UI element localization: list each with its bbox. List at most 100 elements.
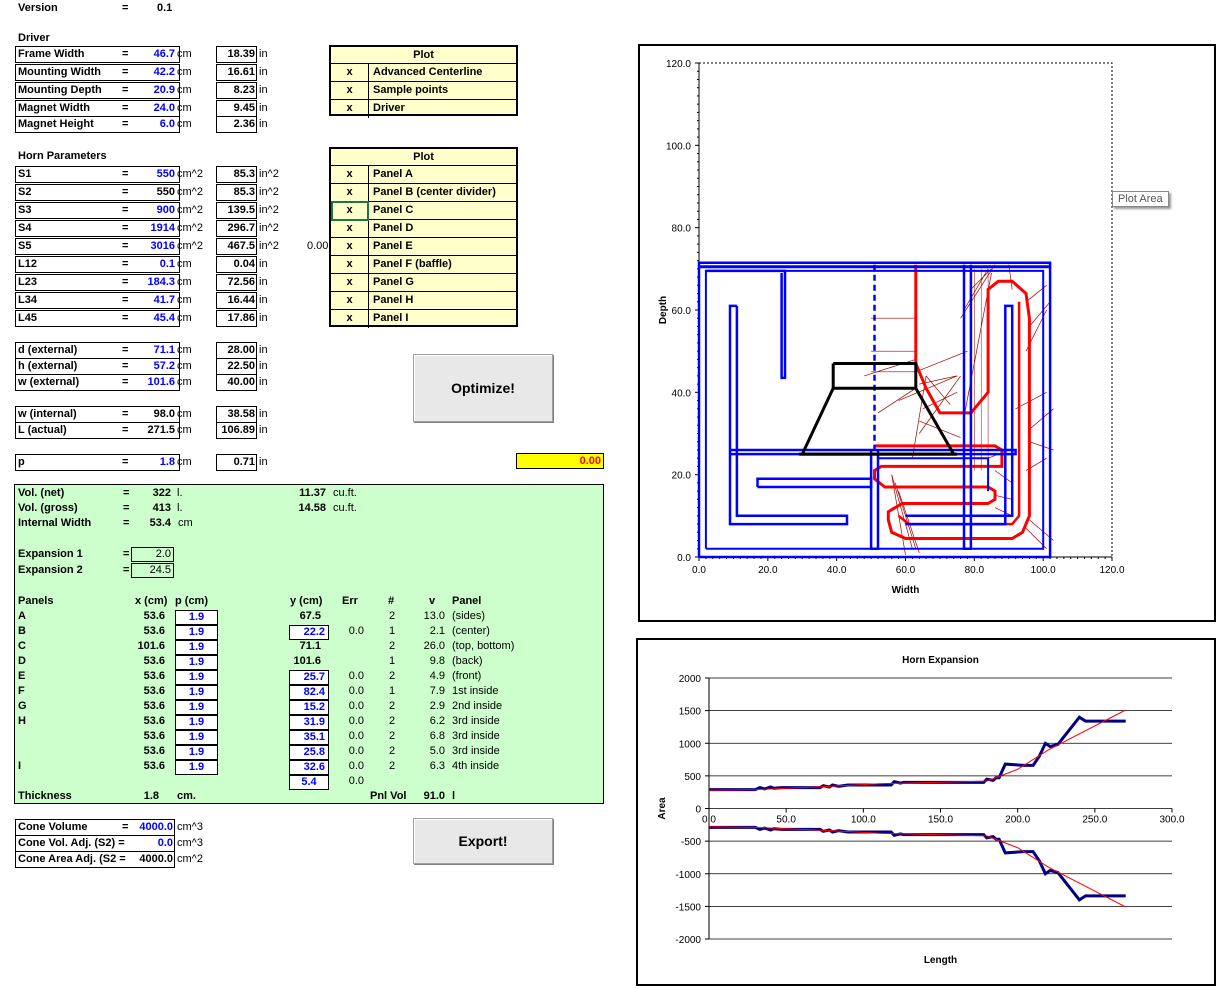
row-label: L23	[18, 276, 37, 288]
row-value[interactable]: 550	[157, 168, 175, 180]
row-value[interactable]: 1.8	[160, 456, 175, 468]
panel-p-input[interactable]: 1.9	[175, 685, 218, 700]
panel-v: 26.0	[423, 640, 445, 652]
row-value[interactable]: 0.1	[160, 258, 175, 270]
panel-y-input[interactable]: 35.1	[289, 730, 329, 745]
panel-p-input[interactable]: 1.9	[175, 730, 218, 745]
row-value[interactable]: 20.9	[154, 84, 175, 96]
plot-toggle[interactable]: x	[331, 82, 369, 100]
expansion-input[interactable]: 24.5	[131, 563, 174, 578]
plot-option-label: Panel E	[373, 240, 413, 252]
x-tick-label: 100.0	[1031, 565, 1056, 576]
row-value[interactable]: 98.0	[154, 408, 175, 420]
y-tick-label: 20.0	[672, 471, 692, 482]
optimize-button[interactable]: Optimize!	[413, 354, 553, 422]
panel-x: 53.6	[143, 745, 165, 757]
expansion-input[interactable]: 2.0	[131, 547, 174, 562]
results-panel: Vol. (net) = 322 l. 11.37 cu.ft. Vol. (gross) =…	[14, 484, 604, 804]
panel-x: 53.6	[143, 685, 165, 697]
row-value[interactable]: 184.3	[147, 276, 175, 288]
x-tick-label: 40.0	[827, 565, 847, 576]
panel-p-input[interactable]: 1.9	[175, 760, 218, 775]
panel-y-input[interactable]: 15.2	[289, 700, 329, 715]
row-value[interactable]: 271.5	[147, 424, 175, 436]
row-value[interactable]: 900	[157, 204, 175, 216]
panel-g	[728, 304, 849, 526]
extra-y-input[interactable]: 5.4	[289, 775, 329, 790]
panel-desc: 4th inside	[452, 760, 500, 772]
panel-p-input[interactable]: 1.9	[175, 610, 218, 625]
panel-y-input[interactable]: 22.2	[289, 625, 329, 640]
row-value[interactable]: 45.4	[154, 312, 175, 324]
panel-y-input[interactable]: 32.6	[289, 760, 329, 775]
plot-option-panel-e[interactable]: x Panel E	[331, 237, 516, 256]
cone-value[interactable]: 4000.0	[139, 853, 173, 865]
cone-value[interactable]: 4000.0	[139, 821, 173, 833]
plot-toggle[interactable]: x	[331, 64, 369, 82]
x-tick-label: 200.0	[1005, 815, 1030, 826]
y-tick-label: 120.0	[666, 59, 691, 70]
panel-p-input[interactable]: 1.9	[175, 655, 218, 670]
cone-value[interactable]: 0.0	[158, 837, 173, 849]
row-value[interactable]: 71.1	[154, 344, 175, 356]
y-tick-label: 0	[695, 805, 701, 816]
plot-toggle[interactable]: x	[331, 166, 369, 184]
plot-toggle[interactable]: x	[331, 238, 369, 256]
export-button[interactable]: Export!	[413, 818, 553, 864]
extra-err: 0.0	[348, 775, 364, 787]
panel-p-input[interactable]: 1.9	[175, 700, 218, 715]
plot-option-panel-h[interactable]: x Panel H	[331, 291, 516, 310]
row-eq: =	[122, 344, 129, 356]
vol-gross-value: 413	[152, 502, 171, 514]
panel-p-input[interactable]: 1.9	[175, 715, 218, 730]
row-value[interactable]: 46.7	[154, 48, 175, 60]
plot-option-panel-f-baffle-[interactable]: x Panel F (baffle)	[331, 255, 516, 274]
row-value[interactable]: 42.2	[154, 66, 175, 78]
panel-y-input[interactable]: 82.4	[289, 685, 329, 700]
panel-p-input[interactable]: 1.9	[175, 640, 218, 655]
panel-name: H	[18, 715, 26, 727]
panel-y: 71.1	[299, 640, 321, 652]
row-value[interactable]: 24.0	[154, 102, 175, 114]
plot-toggle[interactable]: x	[331, 184, 369, 202]
panel-p-input[interactable]: 1.9	[175, 745, 218, 760]
row-value[interactable]: 41.7	[154, 294, 175, 306]
row-value[interactable]: 1914	[151, 222, 175, 234]
plot-toggle[interactable]: x	[331, 220, 369, 238]
row-value[interactable]: 57.2	[154, 360, 175, 372]
plot-option-sample-points[interactable]: x Sample points	[331, 81, 516, 100]
plot-toggle[interactable]: x	[331, 310, 369, 328]
panel-h	[756, 477, 873, 489]
row-in-value: 296.7	[227, 222, 255, 234]
plot-toggle[interactable]: x	[331, 100, 369, 118]
plot-option-panel-g[interactable]: x Panel G	[331, 273, 516, 292]
selected-cell	[331, 201, 369, 221]
panel-name: A	[18, 610, 26, 622]
plot-toggle[interactable]: x	[331, 292, 369, 310]
plot-option-panel-a[interactable]: x Panel A	[331, 165, 516, 184]
panel-p-input[interactable]: 1.9	[175, 670, 218, 685]
panel-x: 101.6	[137, 640, 165, 652]
panel-header: Panel	[452, 595, 482, 607]
plot-toggle[interactable]: x	[331, 274, 369, 292]
plot-toggle[interactable]: x	[331, 256, 369, 274]
plot-option-driver[interactable]: x Driver	[331, 99, 516, 118]
plot-option-panel-b-center-divider-[interactable]: x Panel B (center divider)	[331, 183, 516, 202]
panel-err: 0.0	[348, 700, 364, 712]
eq: =	[123, 487, 130, 499]
eq: =	[123, 502, 130, 514]
unit: l.	[177, 502, 183, 514]
row-label: S3	[18, 204, 32, 216]
row-value[interactable]: 3016	[151, 240, 175, 252]
panel-y-input[interactable]: 25.8	[289, 745, 329, 760]
plot-option-advanced-centerline[interactable]: x Advanced Centerline	[331, 63, 516, 82]
row-value[interactable]: 6.0	[160, 118, 175, 130]
panel-y-input[interactable]: 25.7	[289, 670, 329, 685]
panel-y-input[interactable]: 31.9	[289, 715, 329, 730]
plot-option-panel-i[interactable]: x Panel I	[331, 309, 516, 328]
row-label: w (external)	[18, 376, 80, 388]
panel-p-input[interactable]: 1.9	[175, 625, 218, 640]
row-value[interactable]: 550	[157, 186, 175, 198]
plot-option-panel-d[interactable]: x Panel D	[331, 219, 516, 238]
row-value[interactable]: 101.6	[147, 376, 175, 388]
